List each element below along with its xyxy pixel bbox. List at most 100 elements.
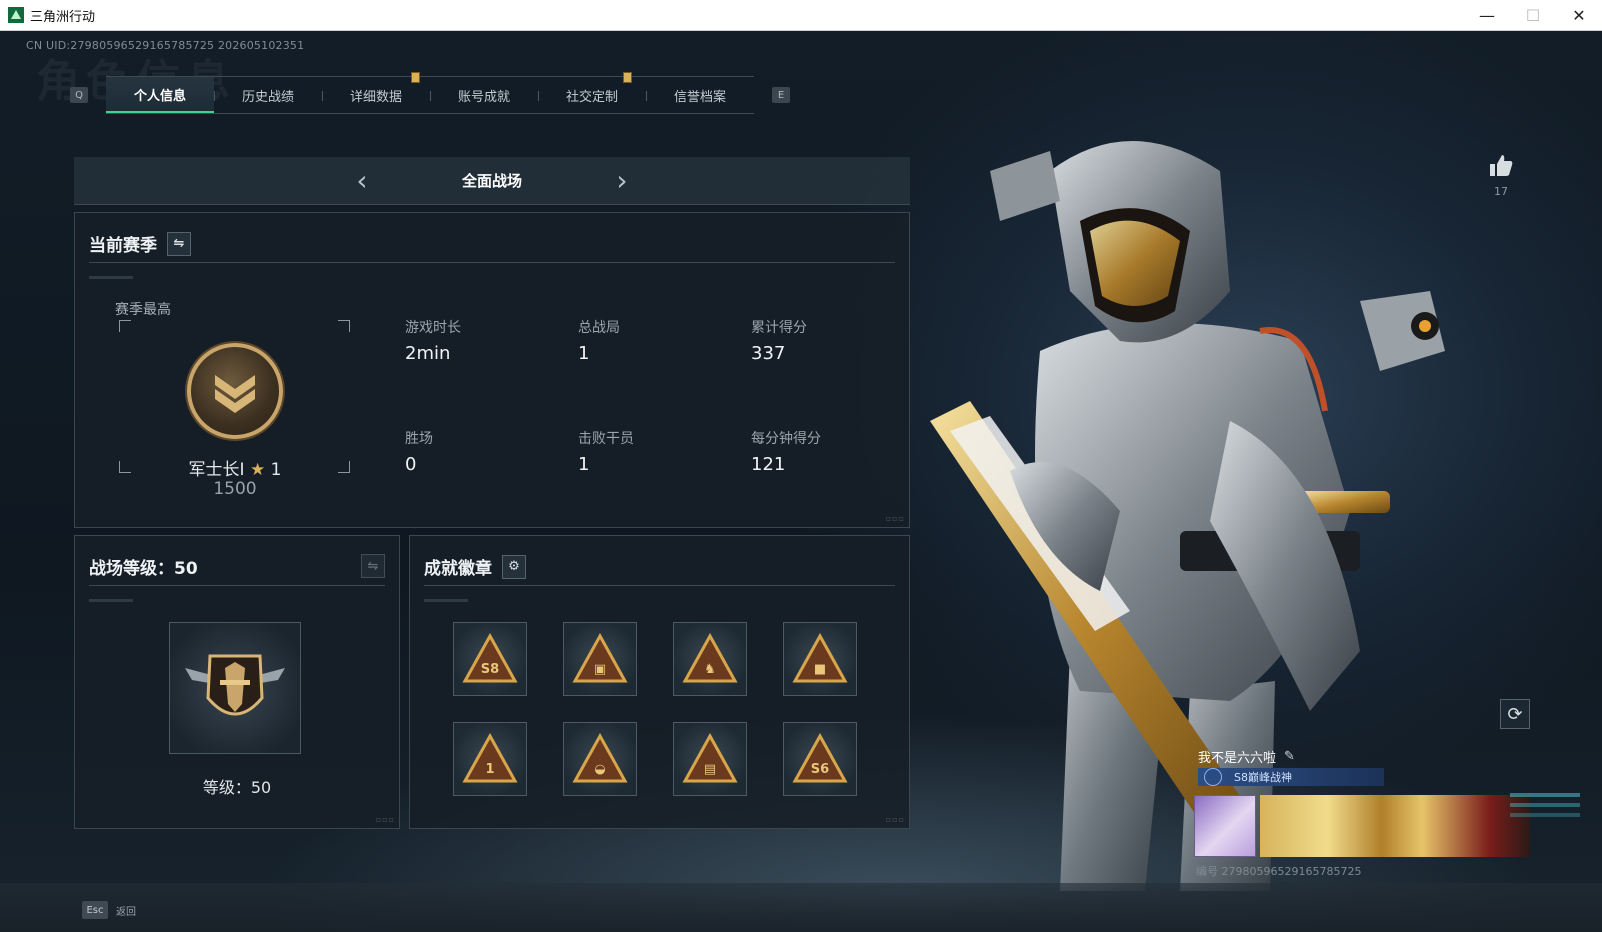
battlefield-level-panel: 战场等级：50 ⇋ 等级：50 ▫▫▫ [74, 535, 400, 829]
uid-label: CN UID:27980596529165785725 202605102351 [26, 39, 305, 52]
badge-glyph: S8 [481, 662, 499, 677]
stat-kills: 击败干员 1 [578, 428, 738, 475]
stat-label: 游戏时长 [405, 320, 461, 336]
level-swap-button[interactable]: ⇋ [361, 554, 385, 578]
tab-account-achievements[interactable]: 账号成就 [430, 77, 538, 113]
panel-title: 成就徽章 ⚙ [424, 554, 526, 579]
tab-personal-info[interactable]: 个人信息 [106, 77, 214, 113]
player-id[interactable]: 编号 27980596529165785725 [1196, 863, 1361, 879]
stat-label: 累计得分 [751, 320, 807, 336]
stat-total-score: 累计得分 337 [751, 317, 911, 364]
like-count: 17 [1494, 185, 1508, 198]
achievement-badge[interactable]: S8 [453, 622, 527, 696]
achievement-badge[interactable]: ♞ [673, 622, 747, 696]
corner-decoration: ▫▫▫ [885, 815, 905, 824]
player-name-line: 我不是六六啦 ✎ [1198, 747, 1295, 766]
player-name: 我不是六六啦 [1198, 751, 1277, 766]
like-widget[interactable]: 17 [1486, 153, 1516, 198]
level-emblem-icon [169, 622, 301, 754]
next-tab-key-hint[interactable]: E [772, 87, 790, 103]
divider [89, 599, 133, 602]
rank-stars: 1 [270, 460, 282, 480]
bowl-badge-icon: ◒ [572, 733, 628, 783]
box-badge-icon: ■ [792, 633, 848, 683]
crate-badge-icon: ▣ [572, 633, 628, 683]
player-title-badge: S8巅峰战神 [1198, 768, 1384, 786]
refresh-button[interactable]: ⟳ [1500, 699, 1530, 729]
window-title: 三角洲行动 [30, 9, 96, 25]
avatar[interactable] [1194, 795, 1256, 857]
s8-badge-icon: S8 [462, 633, 518, 683]
achievement-badge[interactable]: ▤ [673, 722, 747, 796]
chevron-rank-icon [215, 375, 255, 413]
thumbs-up-icon[interactable] [1488, 153, 1514, 179]
tab-notification-marker [623, 72, 632, 83]
tab-credit-record[interactable]: 信誉档案 [646, 77, 754, 113]
star-icon: ★ [249, 460, 266, 480]
rocket-badge-icon: ▤ [682, 733, 738, 783]
namecard-banner [1260, 795, 1530, 857]
stat-total-matches: 总战局 1 [578, 317, 738, 364]
badge-glyph: ▣ [594, 662, 606, 677]
divider [89, 585, 385, 586]
tab-bar: Q 个人信息 历史战绩 详细数据 账号成就 社交定制 信誉档案 E [70, 72, 790, 114]
bracket-corner [338, 320, 350, 332]
mode-next-arrow-icon[interactable]: › [592, 164, 652, 197]
game-area: 角色信息 CN UID:27980596529165785725 2026051… [0, 31, 1602, 932]
number-one-badge-icon: 1 [462, 733, 518, 783]
refresh-icon: ⟳ [1507, 703, 1523, 725]
mode-prev-arrow-icon[interactable]: ‹ [332, 164, 392, 197]
bracket-corner [119, 461, 131, 473]
esc-key-hint: Esc [82, 901, 108, 919]
minimize-button[interactable]: — [1464, 0, 1510, 31]
close-button[interactable]: ✕ [1556, 0, 1602, 31]
bottom-bar: Esc 返回 [0, 883, 1602, 932]
badge-glyph: ■ [814, 662, 826, 677]
achievement-badge[interactable]: S6 [783, 722, 857, 796]
decorative-light-lines [1510, 793, 1580, 817]
badges-settings-button[interactable]: ⚙ [502, 554, 526, 579]
back-button[interactable]: Esc 返回 [82, 901, 136, 919]
badge-grid: S8 ▣ ♞ ■ 1 ◒ ▤ S6 [453, 622, 857, 796]
achievement-badge[interactable]: ◒ [563, 722, 637, 796]
level-text: 等级：50 [202, 778, 272, 797]
tab-match-history[interactable]: 历史战绩 [214, 77, 322, 113]
prev-tab-key-hint[interactable]: Q [70, 87, 88, 103]
window-controls: — ☐ ✕ [1464, 0, 1602, 31]
corner-decoration: ▫▫▫ [885, 514, 905, 523]
rank-name: 军士长Ⅰ [188, 460, 245, 480]
badge-glyph: ▤ [704, 762, 716, 777]
stat-label: 胜场 [405, 431, 433, 447]
achievement-badge[interactable]: 1 [453, 722, 527, 796]
panel-title: 当前赛季 ⇋ [89, 231, 191, 256]
s6-badge-icon: S6 [792, 733, 848, 783]
tab-notification-marker [411, 72, 420, 83]
edit-name-icon[interactable]: ✎ [1284, 749, 1295, 764]
badge-glyph: ♞ [704, 662, 716, 677]
mode-label: 全面战场 [461, 172, 522, 190]
stat-wins: 胜场 0 [405, 428, 565, 475]
divider [89, 262, 895, 263]
achievement-badge[interactable]: ▣ [563, 622, 637, 696]
app-logo-icon [8, 7, 24, 23]
season-swap-button[interactable]: ⇋ [167, 231, 191, 256]
achievement-badges-panel: 成就徽章 ⚙ S8 ▣ ♞ ■ 1 ◒ ▤ S6 ▫▫▫ [409, 535, 910, 829]
tabs: 个人信息 历史战绩 详细数据 账号成就 社交定制 信誉档案 [106, 72, 754, 114]
rank-score: 1500 [213, 479, 257, 499]
stat-label: 击败干员 [578, 431, 634, 447]
achievement-badge[interactable]: ■ [783, 622, 857, 696]
stat-play-time: 游戏时长 2min [405, 317, 565, 364]
divider [424, 585, 895, 586]
player-title: S8巅峰战神 [1234, 771, 1292, 784]
maximize-button: ☐ [1525, 6, 1541, 25]
stat-value: 2min [405, 343, 451, 364]
stat-score-per-minute: 每分钟得分 121 [751, 428, 911, 475]
panel-title: 战场等级：50 [89, 554, 198, 579]
stat-label: 每分钟得分 [751, 431, 821, 447]
player-namecard[interactable]: 我不是六六啦 ✎ S8巅峰战神 编号 27980596529165785725 [1194, 739, 1530, 889]
title-emblem-icon [1204, 768, 1222, 786]
stat-value: 1 [578, 454, 590, 475]
back-label: 返回 [116, 906, 136, 918]
mode-selector: ‹ 全面战场 › [74, 157, 910, 205]
soldiers-badge-icon: ♞ [682, 633, 738, 683]
